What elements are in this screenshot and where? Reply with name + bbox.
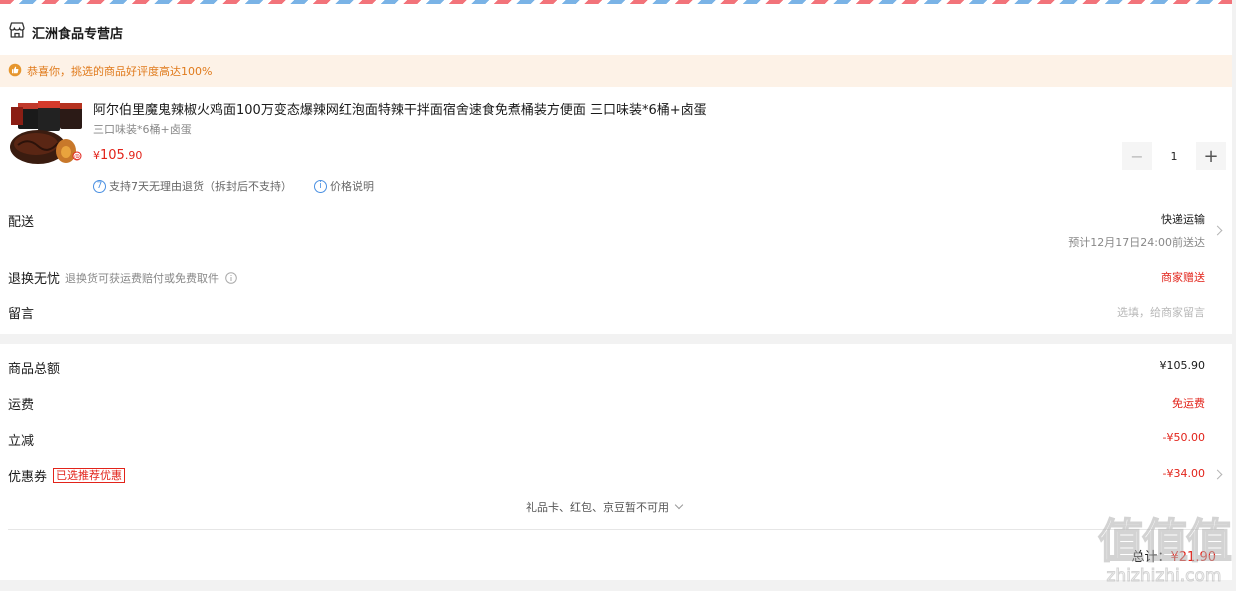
delivery-label: 配送: [8, 215, 35, 230]
discount-label: 立减: [8, 434, 35, 449]
return-policy-text: 支持7天无理由退货（拆封后不支持）: [109, 180, 292, 193]
discount-value: -¥50.00: [1162, 431, 1205, 444]
delivery-method[interactable]: 快递运输: [1161, 211, 1205, 227]
returns-desc: 退换货可获运费赔付或免费取件: [65, 271, 220, 285]
delivery-eta[interactable]: 预计12月17日24:00前送达: [1068, 234, 1205, 250]
info-icon: i: [314, 179, 327, 193]
return-policy[interactable]: 7 支持7天无理由退货（拆封后不支持）: [93, 178, 292, 194]
increase-quantity-button[interactable]: +: [1196, 142, 1226, 170]
product-spec[interactable]: 三口味装*6桶+卤蛋: [93, 121, 192, 137]
giftcard-toggle[interactable]: 礼品卡、红包、京豆暂不可用: [526, 499, 684, 515]
message-input[interactable]: 选填，给商家留言: [1117, 304, 1205, 320]
praise-banner: 恭喜你，挑选的商品好评度高达100%: [0, 55, 1232, 87]
returns-row: 退换无忧 退换货可获运费赔付或免费取件: [8, 268, 237, 287]
shipping-value: 免运费: [1172, 397, 1205, 410]
store-header[interactable]: 汇洲食品专营店: [8, 22, 123, 42]
shipping-label: 运费: [8, 398, 35, 413]
price-note-link[interactable]: i 价格说明: [314, 178, 374, 194]
watermark-logo: 值值值 zhizhizhi.com: [1097, 514, 1233, 586]
store-icon: [8, 21, 26, 43]
chevron-down-icon: [674, 500, 684, 510]
price-integer: 105: [100, 148, 125, 163]
thumb-up-icon: [8, 62, 22, 81]
price-currency: ¥: [93, 149, 100, 162]
product-price: ¥105.90: [93, 148, 142, 163]
product-image[interactable]: @: [8, 101, 84, 171]
giftcard-text: 礼品卡、红包、京豆暂不可用: [526, 501, 669, 514]
divider: [8, 529, 1224, 530]
quantity-stepper: − 1 +: [1122, 142, 1226, 170]
returns-label: 退换无忧: [8, 272, 61, 287]
coupon-tag: 已选推荐优惠: [53, 468, 126, 483]
decrease-quantity-button[interactable]: −: [1122, 142, 1152, 170]
coupon-row[interactable]: 优惠券 已选推荐优惠: [8, 466, 126, 485]
price-decimal: .90: [124, 149, 143, 162]
summary-card: [0, 344, 1232, 580]
returns-value: 商家赠送: [1161, 271, 1205, 284]
message-label: 留言: [8, 307, 35, 322]
svg-text:@: @: [74, 154, 80, 161]
store-name: 汇洲食品专营店: [32, 26, 124, 42]
info-icon[interactable]: [225, 271, 237, 284]
banner-text: 恭喜你，挑选的商品好评度高达100%: [27, 65, 213, 78]
goods-total-value: ¥105.90: [1159, 359, 1206, 372]
coupon-label: 优惠券: [8, 470, 48, 485]
quantity-value[interactable]: 1: [1152, 142, 1196, 170]
goods-total-label: 商品总额: [8, 362, 61, 377]
seven-day-return-icon: 7: [93, 179, 106, 193]
product-name[interactable]: 阿尔伯里魔鬼辣椒火鸡面100万变态爆辣网红泡面特辣干拌面宿舍速食免煮桶装方便面 …: [93, 99, 707, 118]
coupon-value[interactable]: -¥34.00: [1163, 467, 1205, 480]
price-note-text: 价格说明: [330, 180, 374, 193]
